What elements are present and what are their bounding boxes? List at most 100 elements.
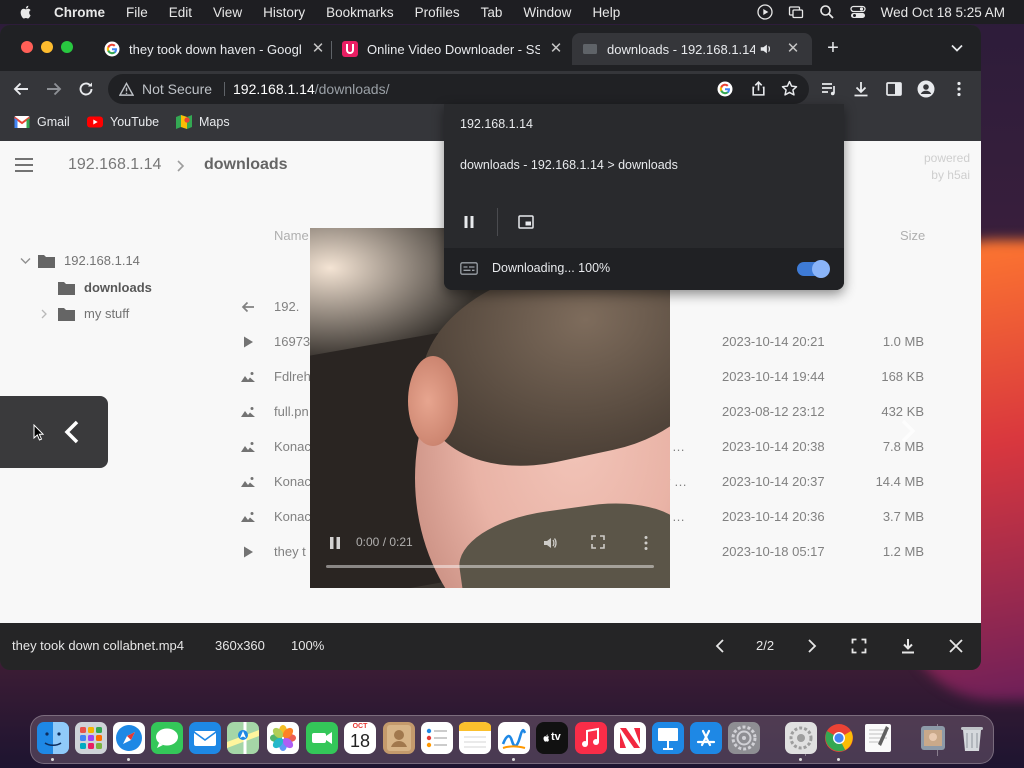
dock-contacts[interactable] <box>383 722 415 754</box>
dock-messages[interactable] <box>151 722 183 754</box>
window-close-button[interactable] <box>21 41 33 53</box>
menu-file[interactable]: File <box>126 5 148 20</box>
chevron-right-icon[interactable] <box>804 638 820 654</box>
url-text[interactable]: 192.168.1.14/downloads/ <box>233 81 389 97</box>
youtube-icon <box>87 116 103 128</box>
pause-icon[interactable] <box>462 215 476 229</box>
menu-window[interactable]: Window <box>523 5 571 20</box>
reload-icon[interactable] <box>77 80 95 98</box>
dock-freeform[interactable] <box>498 722 530 754</box>
lightbox-dimensions: 360x360 <box>215 638 265 653</box>
profile-avatar-icon[interactable] <box>917 80 935 98</box>
menubar-clock[interactable]: Wed Oct 18 5:25 AM <box>881 5 1005 20</box>
window-zoom-button[interactable] <box>61 41 73 53</box>
live-caption-toggle[interactable] <box>797 260 830 278</box>
omnibox[interactable]: Not Secure 192.168.1.14/downloads/ <box>108 74 809 104</box>
dock-safari[interactable] <box>113 722 145 754</box>
control-center-icon[interactable] <box>850 4 866 20</box>
google-icon <box>104 41 120 57</box>
menu-edit[interactable]: Edit <box>169 5 192 20</box>
tab-audio-icon[interactable] <box>759 42 773 56</box>
new-tab-button[interactable]: + <box>823 38 843 58</box>
more-menu-icon[interactable] <box>950 80 968 98</box>
dock-system-settings[interactable] <box>728 722 760 754</box>
dock-mail[interactable] <box>189 722 221 754</box>
dock-news[interactable] <box>614 722 646 754</box>
dock-disk-utility[interactable] <box>785 722 817 754</box>
chevron-right-icon[interactable] <box>898 419 918 443</box>
chrome-icon <box>825 724 853 752</box>
google-lens-icon[interactable] <box>717 81 733 97</box>
url-host: 192.168.1.14 <box>233 81 315 97</box>
dock-keynote[interactable] <box>652 722 684 754</box>
caption-row: Downloading... 100% <box>444 248 844 290</box>
star-icon[interactable] <box>781 80 798 97</box>
menu-bookmarks[interactable]: Bookmarks <box>326 5 394 20</box>
dock-preview[interactable] <box>917 722 949 754</box>
close-icon[interactable] <box>948 638 964 654</box>
bookmark-gmail[interactable]: Gmail <box>14 115 70 129</box>
close-icon[interactable]: ✕ <box>548 41 564 57</box>
calendar-day: 18 <box>349 731 371 751</box>
download-icon[interactable] <box>852 80 870 98</box>
dock-app-store[interactable] <box>690 722 722 754</box>
dock-calendar[interactable]: OCT 18 <box>344 722 376 754</box>
dock-photos[interactable] <box>267 722 299 754</box>
forward-arrow-icon[interactable] <box>45 80 63 98</box>
dock-facetime[interactable] <box>306 722 338 754</box>
bookmark-label: Gmail <box>37 115 70 129</box>
download-icon[interactable] <box>900 638 916 654</box>
fullscreen-icon[interactable] <box>851 638 867 654</box>
menu-help[interactable]: Help <box>592 5 620 20</box>
menu-profiles[interactable]: Profiles <box>415 5 460 20</box>
pause-icon[interactable] <box>328 536 342 550</box>
share-icon[interactable] <box>750 80 767 97</box>
media-play-icon[interactable] <box>757 4 773 20</box>
chevron-down-icon[interactable] <box>950 41 964 55</box>
dock-trash[interactable] <box>956 722 988 754</box>
picture-in-picture-icon[interactable] <box>518 215 534 229</box>
dock-textedit[interactable] <box>862 722 894 754</box>
chevron-left-icon[interactable] <box>712 638 728 654</box>
lightbox-prev-button[interactable] <box>0 396 108 468</box>
menu-history[interactable]: History <box>263 5 305 20</box>
tab-video-downloader[interactable]: Online Video Downloader - SS ✕ <box>342 33 564 65</box>
bookmark-youtube[interactable]: YouTube <box>87 115 159 129</box>
dock-maps[interactable] <box>227 722 259 754</box>
window-minimize-button[interactable] <box>41 41 53 53</box>
menu-tab[interactable]: Tab <box>481 5 503 20</box>
video-progress-bar[interactable] <box>326 565 654 568</box>
photos-icon <box>267 722 299 754</box>
volume-icon[interactable] <box>542 535 558 551</box>
security-label[interactable]: Not Secure <box>142 81 212 97</box>
dock-chrome[interactable] <box>823 722 855 754</box>
trash-icon <box>961 727 983 751</box>
warning-icon[interactable] <box>119 82 134 97</box>
close-icon[interactable]: ✕ <box>310 41 326 57</box>
lightbox-counter: 2/2 <box>756 638 775 653</box>
dock-music[interactable] <box>575 722 607 754</box>
menu-view[interactable]: View <box>213 5 242 20</box>
screen-mirroring-icon[interactable] <box>788 4 804 20</box>
dock-tv[interactable]: tv <box>536 722 568 754</box>
apple-icon[interactable] <box>18 4 34 20</box>
launchpad-icon <box>75 722 107 754</box>
more-options-icon[interactable] <box>643 535 649 551</box>
tab-google-search[interactable]: they took down haven - Google ✕ <box>104 33 326 65</box>
dock-launchpad[interactable] <box>75 722 107 754</box>
reading-list-icon[interactable] <box>820 80 838 98</box>
menu-app-name[interactable]: Chrome <box>54 5 105 20</box>
news-icon <box>614 722 646 754</box>
spotlight-search-icon[interactable] <box>819 4 835 20</box>
mouse-pointer-icon <box>33 424 44 441</box>
side-panel-icon[interactable] <box>885 80 903 98</box>
tab-downloads[interactable]: downloads - 192.168.1.14 ✕ <box>572 33 812 65</box>
bookmark-maps[interactable]: Maps <box>176 115 230 129</box>
close-icon[interactable]: ✕ <box>785 41 801 57</box>
fullscreen-icon[interactable] <box>591 535 605 549</box>
freeform-icon <box>498 722 530 754</box>
dock-finder[interactable] <box>37 722 69 754</box>
dock-notes[interactable] <box>459 722 491 754</box>
dock-reminders[interactable] <box>421 722 453 754</box>
back-arrow-icon[interactable] <box>12 80 30 98</box>
